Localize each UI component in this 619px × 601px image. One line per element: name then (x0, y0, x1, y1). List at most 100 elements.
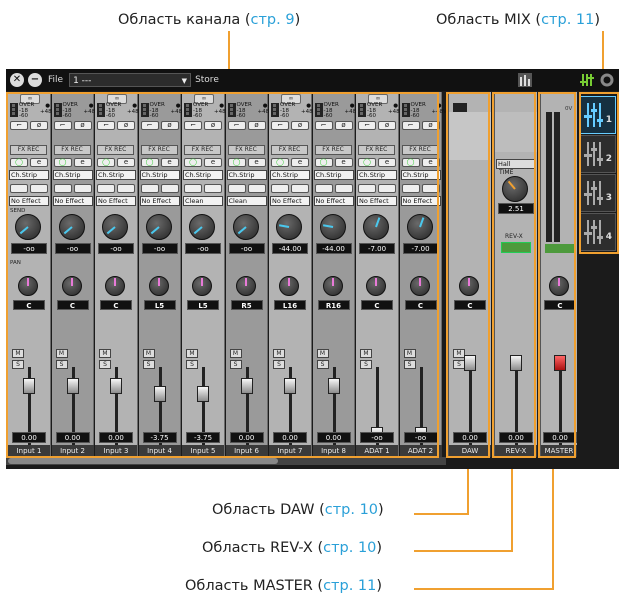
effect-toggle[interactable] (97, 184, 115, 193)
comp-toggle[interactable]: ◯ (97, 158, 115, 167)
dyn-edit-button[interactable]: e (334, 158, 353, 167)
channel-fader[interactable] (327, 378, 340, 394)
callout-page-link[interactable]: стр. 9 (251, 12, 295, 28)
effect-edit-button[interactable] (73, 184, 92, 193)
mute-button[interactable]: M (273, 349, 285, 358)
dyn-edit-button[interactable]: e (204, 158, 222, 167)
phase-button[interactable]: ø (73, 121, 92, 130)
solo-button[interactable]: S (229, 360, 242, 369)
effect-toggle[interactable] (140, 184, 159, 193)
callout-page-link[interactable]: стр. 10 (323, 540, 376, 556)
reverb-send-knob[interactable] (232, 214, 259, 240)
dyn-edit-button[interactable]: e (421, 158, 440, 167)
hpf-button[interactable]: ⌐ (184, 121, 202, 130)
channel-fader[interactable] (284, 378, 296, 394)
fx-rec-button[interactable]: FX REC (227, 145, 265, 155)
hpf-button[interactable]: ⌐ (53, 121, 72, 130)
comp-toggle[interactable]: ◯ (184, 158, 202, 167)
callout-page-link[interactable]: стр. 10 (325, 502, 378, 518)
effect-select[interactable]: No Effect (357, 196, 397, 206)
horizontal-scrollbar[interactable] (6, 457, 446, 465)
comp-toggle[interactable]: ◯ (227, 158, 246, 167)
effect-edit-button[interactable] (291, 184, 309, 193)
mix-button[interactable]: 4 (580, 213, 616, 251)
comp-toggle[interactable]: ◯ (10, 158, 28, 167)
reverb-send-knob[interactable] (406, 214, 433, 240)
mix-button[interactable]: 3 (580, 174, 616, 212)
revx-time-knob[interactable] (502, 176, 528, 202)
dynamics-select[interactable]: Ch.Strip (313, 170, 354, 180)
effect-toggle[interactable] (358, 184, 376, 193)
hpf-button[interactable]: ⌐ (97, 121, 115, 130)
effect-select[interactable]: No Effect (270, 196, 310, 206)
effect-toggle[interactable] (314, 184, 333, 193)
master-comp-button[interactable] (545, 244, 575, 253)
mute-button[interactable]: M (142, 349, 155, 358)
fx-rec-button[interactable]: FX REC (140, 145, 178, 155)
channel-fader[interactable] (110, 378, 122, 394)
dynamics-select[interactable]: Ch.Strip (96, 170, 136, 180)
hpf-button[interactable]: ⌐ (10, 121, 28, 130)
solo-button[interactable]: S (142, 360, 155, 369)
effect-select[interactable]: Clean (226, 196, 267, 206)
phase-button[interactable]: ø (117, 121, 135, 130)
store-button[interactable]: Store (195, 75, 219, 85)
reverb-send-knob[interactable] (189, 214, 215, 240)
effect-select[interactable]: No Effect (96, 196, 136, 206)
pan-knob[interactable] (279, 276, 299, 296)
hpf-button[interactable]: ⌐ (358, 121, 376, 130)
dynamics-select[interactable]: Ch.Strip (183, 170, 223, 180)
dyn-edit-button[interactable]: e (291, 158, 309, 167)
effect-select[interactable]: No Effect (52, 196, 93, 206)
scrollbar-thumb[interactable] (8, 458, 278, 464)
reverb-send-knob[interactable] (363, 214, 389, 240)
phantom-power[interactable]: ● +48V (432, 103, 447, 115)
master-pan-knob[interactable] (549, 276, 569, 296)
effect-edit-button[interactable] (334, 184, 353, 193)
phase-button[interactable]: ø (291, 121, 309, 130)
pan-knob[interactable] (322, 276, 343, 296)
pan-knob[interactable] (409, 276, 430, 296)
pan-knob[interactable] (61, 276, 82, 296)
fx-rec-button[interactable]: FX REC (401, 145, 439, 155)
dyn-edit-button[interactable]: e (73, 158, 92, 167)
effect-edit-button[interactable] (378, 184, 396, 193)
dynamics-select[interactable]: Ch.Strip (270, 170, 310, 180)
dynamics-select[interactable]: Ch.Strip (52, 170, 93, 180)
mix-button[interactable]: 1 (580, 96, 616, 134)
reverb-send-knob[interactable] (58, 214, 85, 240)
effect-edit-button[interactable] (117, 184, 135, 193)
effect-select[interactable]: No Effect (139, 196, 180, 206)
pan-knob[interactable] (18, 276, 38, 296)
effect-select[interactable]: Clean (183, 196, 223, 206)
effect-edit-button[interactable] (204, 184, 222, 193)
solo-button[interactable]: S (55, 360, 68, 369)
effect-toggle[interactable] (10, 184, 28, 193)
solo-button[interactable]: S (316, 360, 329, 369)
comp-toggle[interactable]: ◯ (401, 158, 420, 167)
dynamics-select[interactable]: Ch.Strip (9, 170, 49, 180)
revx-fader[interactable] (510, 355, 522, 371)
effect-select[interactable]: No Effect (313, 196, 354, 206)
mute-button[interactable]: M (12, 349, 24, 358)
fx-rec-button[interactable]: FX REC (184, 145, 221, 155)
pan-knob[interactable] (235, 276, 256, 296)
fx-rec-button[interactable]: FX REC (97, 145, 134, 155)
solo-button[interactable]: S (273, 360, 285, 369)
comp-toggle[interactable]: ◯ (358, 158, 376, 167)
mute-button[interactable]: M (316, 349, 329, 358)
channel-fader[interactable] (23, 378, 35, 394)
channel-fader[interactable] (197, 386, 209, 402)
mute-button[interactable]: M (55, 349, 68, 358)
phase-button[interactable]: ø (160, 121, 179, 130)
callout-page-link[interactable]: стр. 11 (541, 12, 594, 28)
reverb-send-knob[interactable] (319, 214, 346, 240)
daw-pan-knob[interactable] (459, 276, 479, 296)
phase-button[interactable]: ø (334, 121, 353, 130)
pan-knob[interactable] (105, 276, 125, 296)
dyn-edit-button[interactable]: e (117, 158, 135, 167)
hpf-button[interactable]: ⌐ (140, 121, 159, 130)
effect-edit-button[interactable] (247, 184, 266, 193)
reverb-send-knob[interactable] (102, 214, 128, 240)
reverb-send-knob[interactable] (145, 214, 172, 240)
